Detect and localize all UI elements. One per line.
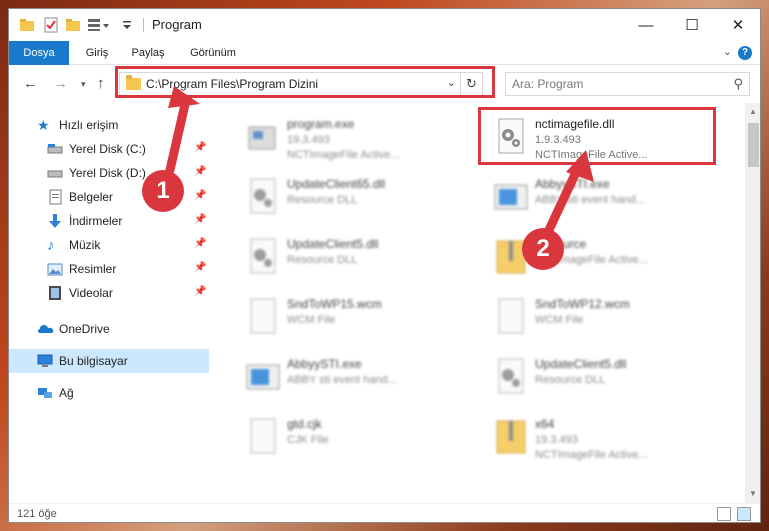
step-badge-2: 2 (522, 228, 564, 270)
arrow-2 (543, 163, 583, 237)
annotation-arrows (165, 86, 594, 237)
arrow-1 (165, 95, 191, 175)
arrow-1-head (168, 86, 200, 108)
step-badge-1: 1 (142, 170, 184, 212)
